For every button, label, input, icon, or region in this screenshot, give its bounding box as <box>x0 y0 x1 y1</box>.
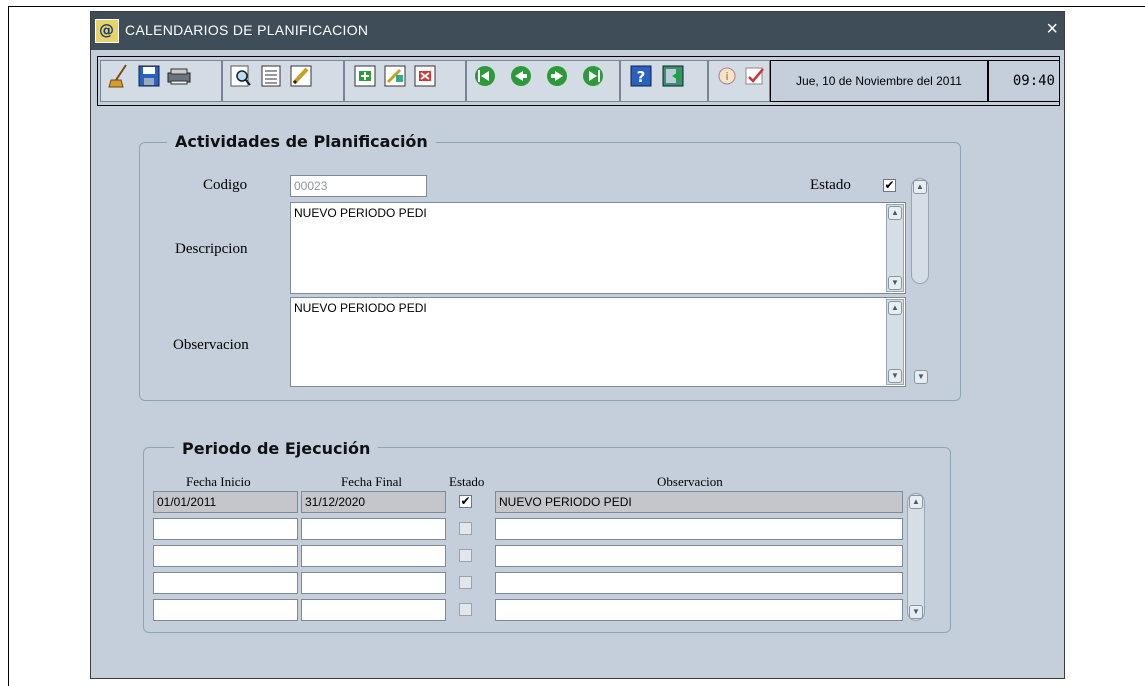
info-icon[interactable]: i <box>714 63 740 89</box>
codigo-field[interactable]: 00023 <box>290 175 427 197</box>
codigo-label: Codigo <box>203 177 248 193</box>
next-record-icon[interactable] <box>544 63 570 89</box>
scroll-down-icon[interactable]: ▼ <box>888 369 902 383</box>
scroll-up-icon[interactable]: ▲ <box>888 206 902 220</box>
table-row-5-observacion[interactable] <box>495 599 903 621</box>
print-icon[interactable] <box>166 63 192 89</box>
table-row-3-fecha-inicio[interactable] <box>153 545 298 567</box>
table-row-1-fecha-final[interactable]: 31/12/2020 <box>301 491 446 513</box>
close-button[interactable]: × <box>1046 19 1058 39</box>
calendarios-window: CALENDARIOS DE PLANIFICACION × <box>90 11 1065 679</box>
estado-checkbox[interactable]: ✔ <box>883 179 896 192</box>
table-row-3-observacion[interactable] <box>495 545 903 567</box>
descripcion-scrollbar[interactable]: ▲ ▼ <box>886 204 904 292</box>
estado-label: Estado <box>810 177 851 193</box>
query-icon[interactable] <box>228 63 254 89</box>
table-row-5-fecha-inicio[interactable] <box>153 599 298 621</box>
table-row-3-fecha-final[interactable] <box>301 545 446 567</box>
table-row-2-estado-checkbox[interactable] <box>459 522 472 535</box>
scroll-down-icon[interactable]: ▼ <box>888 276 902 290</box>
last-record-icon[interactable] <box>580 63 606 89</box>
header-fecha-inicio: Fecha Inicio <box>186 474 251 489</box>
check-icon[interactable] <box>742 63 768 89</box>
scroll-up-icon[interactable]: ▲ <box>888 301 902 315</box>
svg-text:i: i <box>725 70 728 83</box>
previous-record-icon[interactable] <box>508 63 534 89</box>
table-row-4-fecha-final[interactable] <box>301 572 446 594</box>
delete-record-icon[interactable] <box>412 63 438 89</box>
list-icon[interactable] <box>258 63 284 89</box>
table-scrollbar[interactable]: ▲ ▼ <box>907 493 925 621</box>
duplicate-record-icon[interactable] <box>382 63 408 89</box>
table-row-2-fecha-inicio[interactable] <box>153 518 298 540</box>
toolbar: ? i Jue, 10 de Noviembre del 2011 09:40 <box>97 56 1060 106</box>
table-row-4-observacion[interactable] <box>495 572 903 594</box>
toolbar-time: 09:40 <box>988 60 1060 102</box>
exit-icon[interactable] <box>660 63 686 89</box>
header-estado: Estado <box>449 474 485 489</box>
actividades-title: Actividades de Planificación <box>167 132 436 151</box>
app-icon <box>95 19 119 43</box>
help-icon[interactable]: ? <box>628 63 654 89</box>
descripcion-label: Descripcion <box>175 241 248 257</box>
insert-record-icon[interactable] <box>352 63 378 89</box>
table-row-1-estado-checkbox[interactable]: ✔ <box>459 495 472 508</box>
table-row-1-fecha-inicio[interactable]: 01/01/2011 <box>153 491 298 513</box>
title-bar[interactable]: CALENDARIOS DE PLANIFICACION × <box>91 12 1064 50</box>
scroll-down-icon[interactable]: ▼ <box>909 605 923 619</box>
header-fecha-final: Fecha Final <box>341 474 403 489</box>
table-row-5-fecha-final[interactable] <box>301 599 446 621</box>
record-scrollbar[interactable]: ▲ <box>911 178 929 284</box>
descripcion-field[interactable]: NUEVO PERIODO PEDI <box>290 202 906 294</box>
save-icon[interactable] <box>136 63 162 89</box>
scroll-up-icon[interactable]: ▲ <box>909 495 923 509</box>
table-row-1-observacion[interactable]: NUEVO PERIODO PEDI <box>495 491 903 513</box>
observacion-field[interactable]: NUEVO PERIODO PEDI <box>290 297 906 387</box>
table-row-3-estado-checkbox[interactable] <box>459 549 472 562</box>
toolbar-date: Jue, 10 de Noviembre del 2011 <box>770 60 988 102</box>
first-record-icon[interactable] <box>472 63 498 89</box>
broom-icon[interactable] <box>106 63 132 89</box>
table-row-2-fecha-final[interactable] <box>301 518 446 540</box>
header-observacion: Observacion <box>657 474 723 489</box>
periodo-title: Periodo de Ejecución <box>174 439 379 458</box>
table-row-5-estado-checkbox[interactable] <box>459 603 472 616</box>
table-row-2-observacion[interactable] <box>495 518 903 540</box>
window-title: CALENDARIOS DE PLANIFICACION <box>125 22 369 38</box>
table-row-4-fecha-inicio[interactable] <box>153 572 298 594</box>
svg-text:?: ? <box>637 68 646 86</box>
observacion-label: Observacion <box>173 337 249 353</box>
edit-icon[interactable] <box>288 63 314 89</box>
observacion-scrollbar[interactable]: ▲ ▼ <box>886 299 904 385</box>
record-scroll-down-icon[interactable]: ▼ <box>914 370 928 384</box>
scroll-up-icon[interactable]: ▲ <box>913 180 927 194</box>
table-row-4-estado-checkbox[interactable] <box>459 576 472 589</box>
